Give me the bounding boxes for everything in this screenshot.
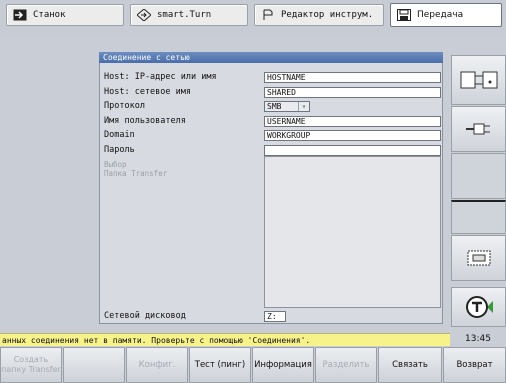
blank-softkey-1[interactable] — [451, 153, 506, 199]
username-label: Имя пользователя — [104, 116, 186, 126]
tab-label: Станок — [33, 10, 66, 20]
network-drive-icon — [467, 250, 490, 266]
dialog-title: Соединение с сетью — [99, 52, 443, 63]
connect-button[interactable]: Связать — [378, 347, 442, 383]
tab-tool-editor[interactable]: Редактор инструм. — [254, 4, 384, 26]
network-drive-field[interactable]: Z: — [264, 311, 286, 322]
host-ip-field[interactable]: HOSTNAME — [264, 72, 441, 83]
network-drive-label: Сетевой дисковод — [104, 311, 186, 321]
heidenhain-softkey[interactable] — [451, 287, 506, 327]
tab-label: Редактор инструм. — [281, 10, 374, 20]
info-button[interactable]: Информация — [252, 347, 314, 383]
protocol-label: Протокол — [104, 101, 145, 111]
diamond-arrow-icon — [137, 9, 151, 21]
back-button[interactable]: Возврат — [443, 347, 506, 383]
transfer-icon — [397, 9, 411, 21]
config-button[interactable]: Конфиг. — [126, 347, 188, 383]
protocol-value: SMB — [267, 102, 282, 111]
protocol-select[interactable]: SMB ▾ — [264, 101, 310, 112]
domain-field[interactable]: WORKGROUP — [264, 130, 441, 141]
folder-transfer-softkey[interactable] — [451, 55, 506, 105]
blank-softkey-2[interactable] — [451, 200, 506, 234]
transfer-folder-label: Папка Transfer — [104, 169, 168, 178]
password-label: Пароль — [104, 145, 135, 155]
connector-softkey[interactable] — [451, 106, 506, 152]
empty-softkey[interactable] — [63, 347, 125, 383]
password-field[interactable] — [264, 145, 441, 156]
network-drive-softkey[interactable] — [451, 235, 506, 281]
username-field[interactable]: USERNAME — [264, 116, 441, 127]
arrow-right-icon — [13, 9, 27, 21]
host-share-label: Host: сетевое имя — [104, 87, 191, 97]
ping-test-button[interactable]: Тест (пинг) — [189, 347, 251, 383]
create-transfer-folder-button[interactable]: Создать папку Transfer — [0, 347, 62, 383]
host-share-field[interactable]: SHARED — [264, 87, 441, 98]
domain-label: Domain — [104, 130, 135, 140]
tab-machine[interactable]: Станок — [6, 4, 124, 26]
heidenhain-t-icon — [465, 296, 493, 318]
clock: 13:45 — [450, 333, 506, 346]
chevron-down-icon: ▾ — [298, 102, 309, 111]
disconnect-button[interactable]: Разделить — [315, 347, 377, 383]
connector-icon — [465, 123, 490, 135]
folder-transfer-icon — [460, 71, 497, 89]
tab-label: smart.Turn — [157, 10, 212, 20]
folder-list[interactable] — [264, 156, 441, 308]
status-message: анных соединения нет в памяти. Проверьте… — [0, 333, 450, 346]
host-ip-label: Host: IP-адрес или имя — [104, 72, 217, 82]
tool-editor-icon — [263, 9, 273, 20]
tab-smart-turn[interactable]: smart.Turn — [130, 4, 248, 26]
tab-label: Передача — [417, 10, 464, 20]
tab-transfer[interactable]: Передача — [390, 3, 502, 27]
